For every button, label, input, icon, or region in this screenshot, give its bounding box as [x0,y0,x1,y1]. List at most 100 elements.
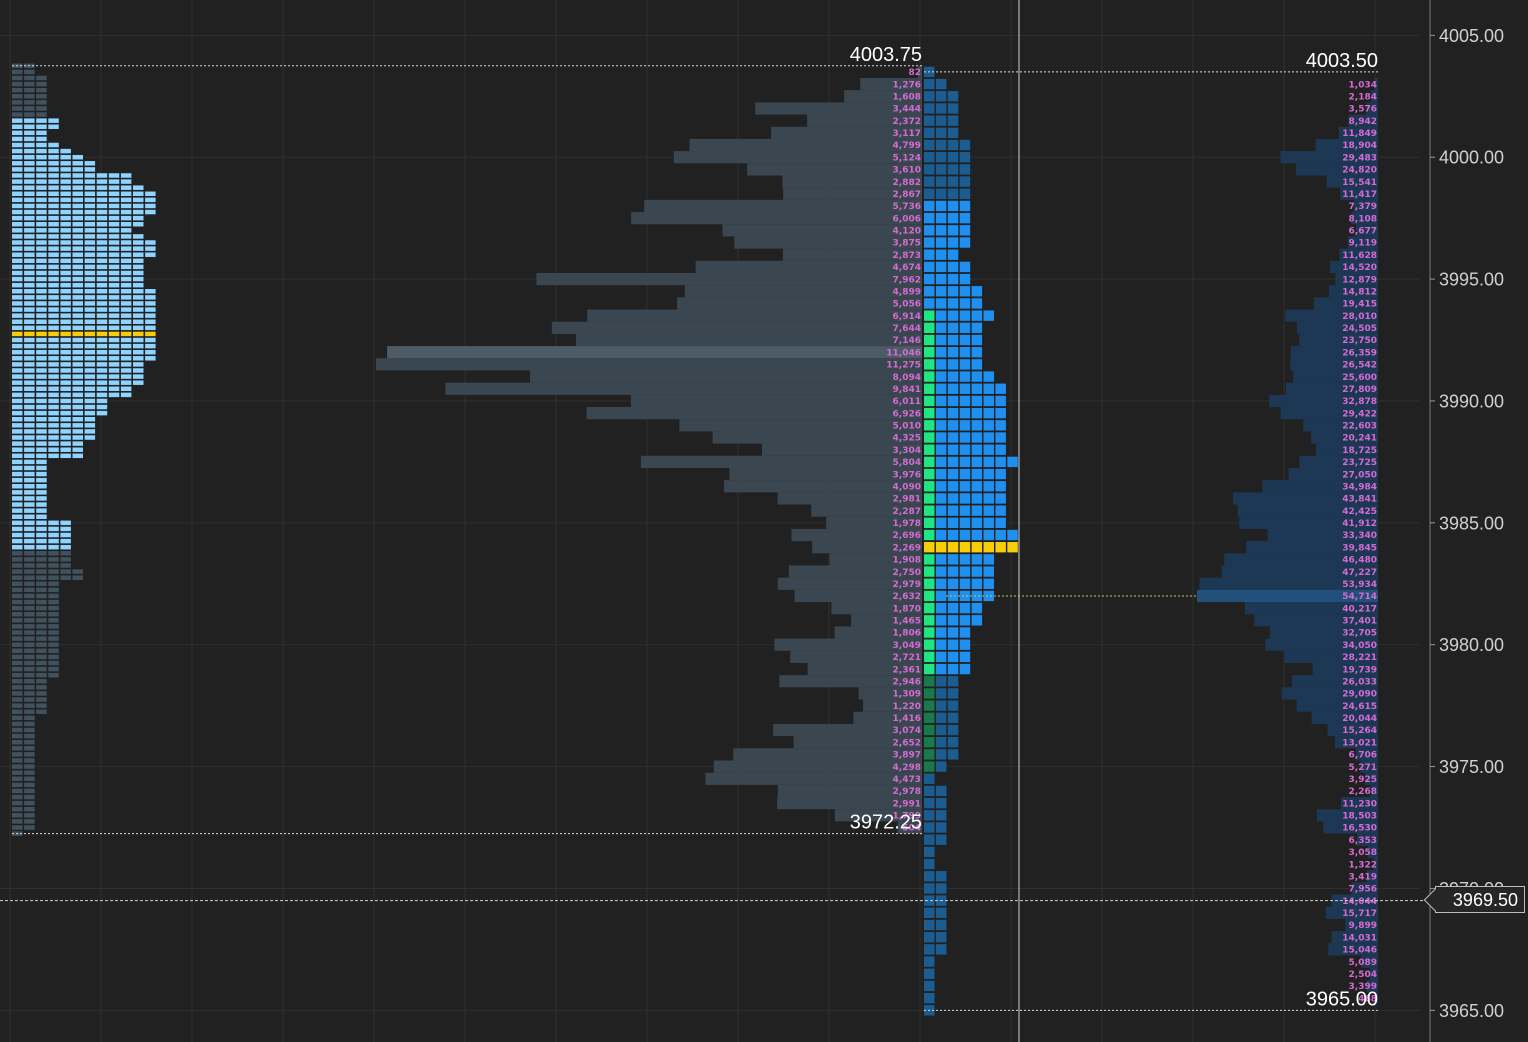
tpo-left-block [108,173,120,178]
volume-middle-label: 3,049 [893,641,921,651]
tpo-left-block [108,289,120,294]
tpo-left-block [12,703,23,708]
tpo-left-block [120,191,132,197]
volume-middle-label: 8,094 [893,373,921,383]
tpo-left-block [72,191,83,197]
tpo-left-block [24,526,35,532]
tpo-left-block [24,520,35,526]
tpo-left-block [12,581,23,587]
tpo-middle-block [947,359,959,370]
volume-right-label: 15,046 [1342,946,1377,956]
tpo-middle-block [959,590,971,602]
tpo-left-block [12,520,23,526]
volume-right-label: 5,089 [1349,958,1377,968]
tpo-middle-poc-block [1007,542,1018,553]
tpo-left-block [12,733,23,739]
tpo-left-block [48,416,59,422]
tpo-left-block [72,386,83,392]
tpo-left-block [60,569,71,574]
tpo-left-block [12,770,23,775]
tpo-left-block [24,599,35,605]
tpo-middle-block [935,627,947,638]
volume-middle-label: 5,010 [893,422,921,432]
volume-right-label: 39,845 [1342,543,1377,553]
tpo-left-block [108,337,120,343]
tpo-left-block [84,362,96,367]
tpo-left-block [12,447,23,452]
tpo-middle-block [947,602,959,614]
tpo-left-block [48,161,59,166]
tpo-left-block [72,228,83,233]
volume-right-label: 41,912 [1342,519,1377,529]
tpo-middle-block [935,371,947,382]
tpo-middle-block [959,188,971,199]
tpo-left-block [60,289,71,294]
tpo-middle-block [924,797,935,809]
market-profile-chart[interactable]: 82 1,276 1,608 3,444 2,372 3,117 4,799 5,124 3,6… [0,0,1528,1042]
tpo-middle-block [947,237,959,248]
tpo-middle-block [935,237,947,248]
tpo-left-block [84,191,96,197]
tpo-middle-block [935,395,947,407]
tpo-left-block [24,289,35,294]
tpo-left-block [72,215,83,221]
tpo-middle-block [947,529,959,541]
tpo-left-block [12,130,23,136]
tpo-left-block [12,526,23,532]
volume-middle-bar [536,272,922,286]
tpo-middle-block [995,468,1006,480]
tpo-left-block [60,337,71,343]
tpo-left-block [24,423,35,428]
tpo-left-block [12,776,23,782]
tpo-middle-block [924,907,935,919]
tpo-left-poc-block [48,331,59,337]
range-low-label-left: 3972.25 [850,812,922,834]
tpo-left-block [12,416,23,422]
tpo-middle-block [924,944,935,955]
tpo-middle-block [959,407,971,419]
tpo-left-block [96,392,108,398]
tpo-left-block [108,392,120,398]
tpo-left-block [96,252,108,257]
tpo-left-block [12,630,23,635]
tpo-left-block [12,672,23,678]
tpo-left-block [60,526,71,532]
tpo-left-block [12,575,23,580]
volume-middle-label: 2,696 [893,531,921,541]
tpo-left-block [24,112,35,117]
tpo-left-block [36,423,47,428]
tpo-left-block [96,203,108,209]
tpo-left-block [120,295,132,300]
tpo-left-block [108,270,120,276]
tpo-left-block [120,276,132,282]
tpo-left-block [96,368,108,373]
tpo-middle-block [959,383,971,394]
tpo-left-block [60,380,71,385]
tpo-left-block [60,563,71,568]
tpo-left-block [36,161,47,166]
volume-right-label: 54,714 [1342,592,1377,602]
price-axis-label: 3995.00 [1439,270,1504,290]
tpo-middle-block [935,639,947,650]
tpo-left-block [60,240,71,245]
volume-right-label: 2,504 [1349,970,1377,980]
tpo-middle-block [959,663,971,675]
tpo-left-block [48,672,59,678]
tpo-middle-block [971,407,983,419]
volume-right-label: 15,541 [1342,178,1377,188]
tpo-left-block [72,276,83,282]
tpo-left-block [84,289,96,294]
tpo-left-block [48,642,59,647]
tpo-middle-block [935,931,947,943]
volume-middle-label: 4,799 [893,141,921,151]
tpo-left-block [24,514,35,519]
tpo-left-block [60,349,71,355]
tpo-left-block [72,319,83,324]
tpo-left-block [84,337,96,343]
tpo-middle-block [935,481,947,492]
tpo-left-block [12,325,23,331]
tpo-middle-block [983,468,994,480]
volume-middle-bar [586,407,922,420]
tpo-left-block [96,215,108,221]
tpo-middle-block [935,347,947,358]
